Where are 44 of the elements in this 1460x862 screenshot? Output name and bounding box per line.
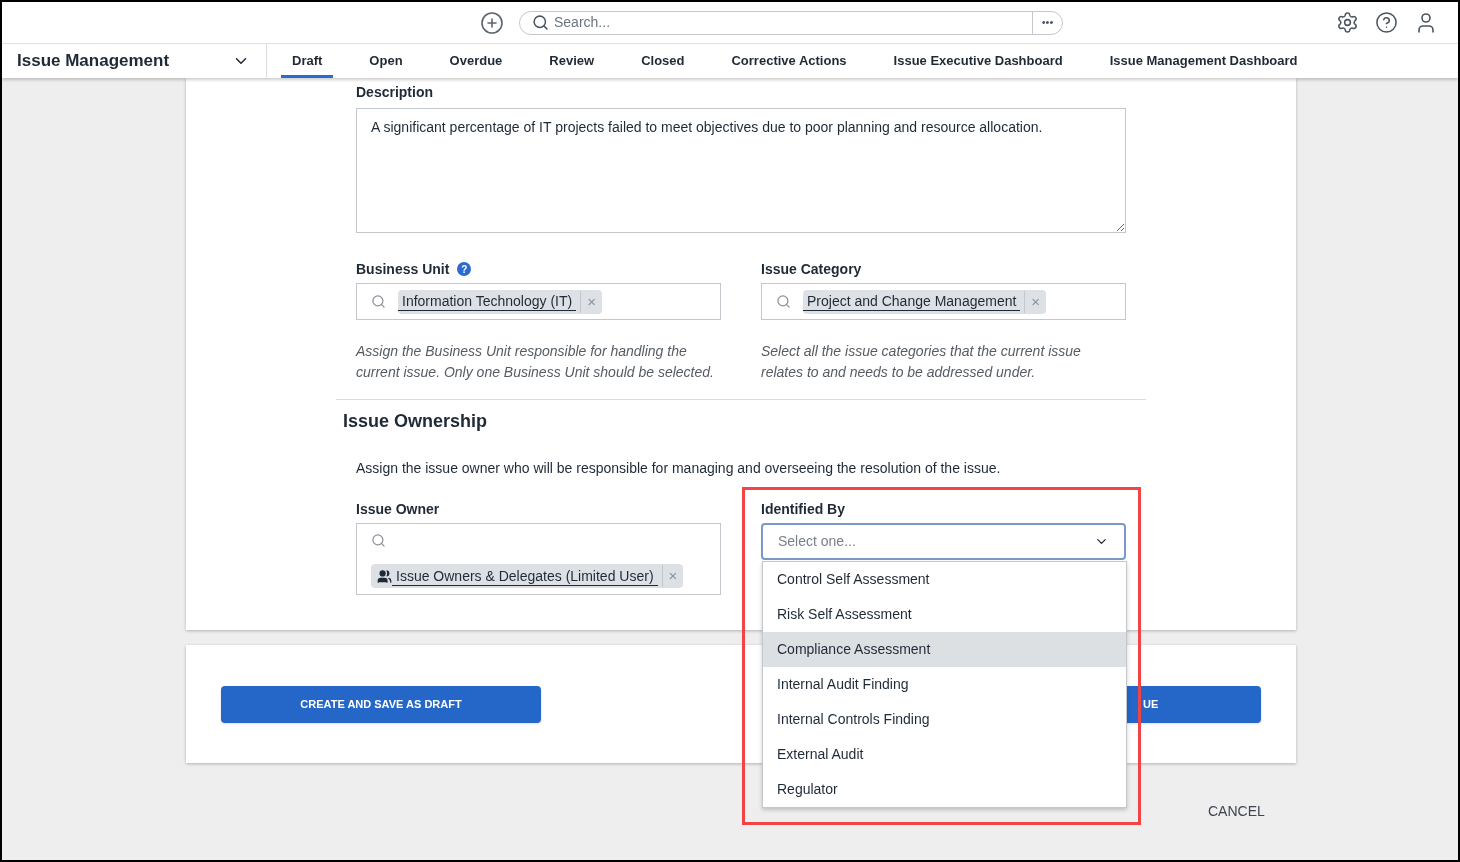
dropdown-option[interactable]: Risk Self Assessment [763,597,1126,632]
save-draft-button[interactable]: CREATE AND SAVE AS DRAFT [221,685,541,723]
users-icon [377,568,392,584]
dropdown-option[interactable]: External Audit [763,737,1126,772]
search-icon [776,294,791,309]
select-field[interactable]: Select one... [761,523,1126,560]
nav-tab[interactable]: Overdue [438,44,514,78]
dropdown-option[interactable]: Compliance Assessment [763,632,1126,667]
more-options-button[interactable]: ••• [1032,11,1062,34]
nav-tab[interactable]: Issue Management Dashboard [1098,44,1309,78]
nav-tab[interactable]: Issue Executive Dashboard [882,44,1074,78]
help-icon[interactable] [1375,11,1398,34]
lookup-field[interactable]: Issue Owners & Delegates (Limited User) × [356,523,721,595]
field-hint: Select all the issue categories that the current issue relates to and needs to be addressed under. [761,342,1082,382]
search-icon [532,14,549,31]
lookup-field[interactable]: Project and Change Management × [761,283,1126,320]
section-heading: Issue Ownership [343,410,489,432]
section-description: Assign the issue owner who will be responsible for managing and overseeing the resolution of the issue. [356,459,1002,477]
field-hint: Assign the Business Unit responsible for handling the current issue. Only one Business Unit should be selected. [356,342,715,382]
field-label: Business Unit [356,259,450,279]
nav-tab[interactable]: Closed [630,44,696,78]
field-label: Issue Category [761,259,862,279]
settings-icon[interactable] [1336,11,1359,34]
description-field[interactable]: A significant percentage of IT projects failed to meet objectives due to poor planning and resource allocation. [356,108,1126,233]
field-label: Identified By [761,500,846,519]
tag-label: Information Technology (IT) [398,292,577,311]
search-icon [371,533,386,548]
nav-tab[interactable]: Open [358,44,414,78]
dropdown-option[interactable]: Internal Controls Finding [763,702,1126,737]
dropdown-option[interactable]: Internal Audit Finding [763,667,1126,702]
nav-tab[interactable]: Corrective Actions [720,44,858,78]
field-label: Description [356,83,434,102]
search-icon [371,294,386,309]
field-label: Issue Owner [356,500,441,519]
nav-tab[interactable]: Review [538,44,606,78]
dropdown-option[interactable]: Regulator [763,772,1126,807]
lookup-field[interactable]: Information Technology (IT) × [356,283,721,320]
dropdown-option[interactable]: Control Self Assessment [763,562,1126,597]
tag-label: Project and Change Management [803,292,1021,311]
tag-label: Issue Owners & Delegates (Limited User) [392,566,658,586]
add-icon[interactable] [480,10,504,35]
cancel-button[interactable]: CANCEL [1208,801,1265,822]
help-badge-icon: ? [457,262,472,276]
search-input[interactable]: Search... [554,12,1032,33]
